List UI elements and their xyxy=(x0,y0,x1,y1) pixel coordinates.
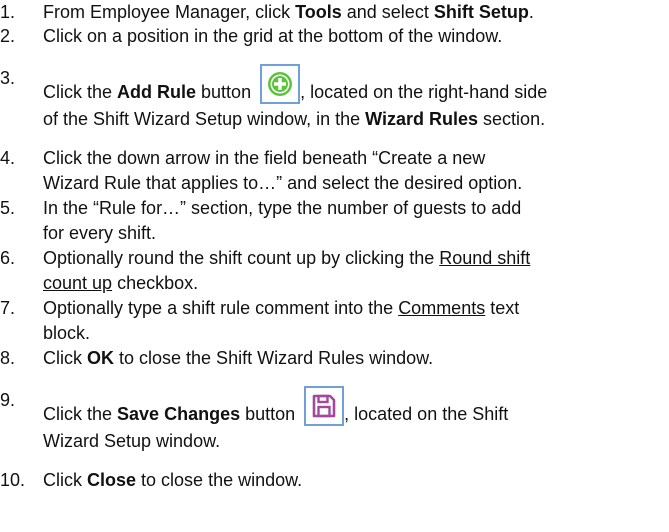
step-text-continued: Wizard Setup window. xyxy=(43,431,221,451)
bold-term: Save Changes xyxy=(117,404,241,424)
step-number: 10. xyxy=(0,470,26,490)
step-8: 8. Click OK to close the Shift Wizard Ru… xyxy=(0,346,660,371)
bold-term: Close xyxy=(87,470,137,490)
step-number: 9. xyxy=(0,390,16,410)
step-2: 2. Click on a position in the grid at th… xyxy=(0,24,660,49)
bold-term: Add Rule xyxy=(117,82,197,102)
bold-term: Shift Setup xyxy=(433,2,529,22)
step-text: Optionally round the shift count up by c… xyxy=(43,248,531,268)
step-text: Click the Save Changes button , located … xyxy=(43,386,660,429)
step-text: Click OK to close the Shift Wizard Rules… xyxy=(43,348,434,368)
step-text: Click Close to close the window. xyxy=(43,470,303,490)
step-number: 5. xyxy=(0,198,16,218)
step-text: In the “Rule for…” section, type the num… xyxy=(43,198,522,218)
step-number: 8. xyxy=(0,348,16,368)
step-text-continued: of the Shift Wizard Setup window, in the… xyxy=(43,109,546,129)
step-6: 6. Optionally round the shift count up b… xyxy=(0,246,660,296)
bold-term: OK xyxy=(87,348,114,368)
instruction-document: 1. From Employee Manager, click Tools an… xyxy=(0,0,669,532)
step-text: Click the Add Rule button , located on t… xyxy=(43,64,660,107)
underlined-term: Round shift xyxy=(439,248,531,268)
step-number: 1. xyxy=(0,2,16,22)
underlined-term: Comments xyxy=(398,298,486,318)
step-text-continued: block. xyxy=(43,323,91,343)
step-text-continued: Wizard Rule that applies to…” and select… xyxy=(43,173,523,193)
step-text: Click the down arrow in the field beneat… xyxy=(43,148,486,168)
step-9: 9. Click the Save Changes button , locat… xyxy=(0,386,660,454)
step-number: 2. xyxy=(0,26,16,46)
step-number: 4. xyxy=(0,148,16,168)
step-5: 5. In the “Rule for…” section, type the … xyxy=(0,196,660,246)
step-number: 7. xyxy=(0,298,16,318)
step-number: 3. xyxy=(0,68,16,88)
bold-term: Tools xyxy=(295,2,342,22)
step-10: 10. Click Close to close the window. xyxy=(0,468,660,493)
add-rule-icon xyxy=(260,64,301,104)
step-text: From Employee Manager, click Tools and s… xyxy=(43,2,534,22)
step-3: 3. Click the Add Rule button , located o… xyxy=(0,64,660,132)
underlined-term: count up xyxy=(43,273,113,293)
step-1: 1. From Employee Manager, click Tools an… xyxy=(0,0,660,25)
step-7: 7. Optionally type a shift rule comment … xyxy=(0,296,660,346)
step-text: Click on a position in the grid at the b… xyxy=(43,26,503,46)
step-text: Optionally type a shift rule comment int… xyxy=(43,298,520,318)
step-text-continued: for every shift. xyxy=(43,223,157,243)
step-4: 4. Click the down arrow in the field ben… xyxy=(0,146,660,196)
step-number: 6. xyxy=(0,248,16,268)
step-text-continued: count up checkbox. xyxy=(43,273,199,293)
save-changes-icon xyxy=(304,386,345,426)
bold-term: Wizard Rules xyxy=(365,109,479,129)
